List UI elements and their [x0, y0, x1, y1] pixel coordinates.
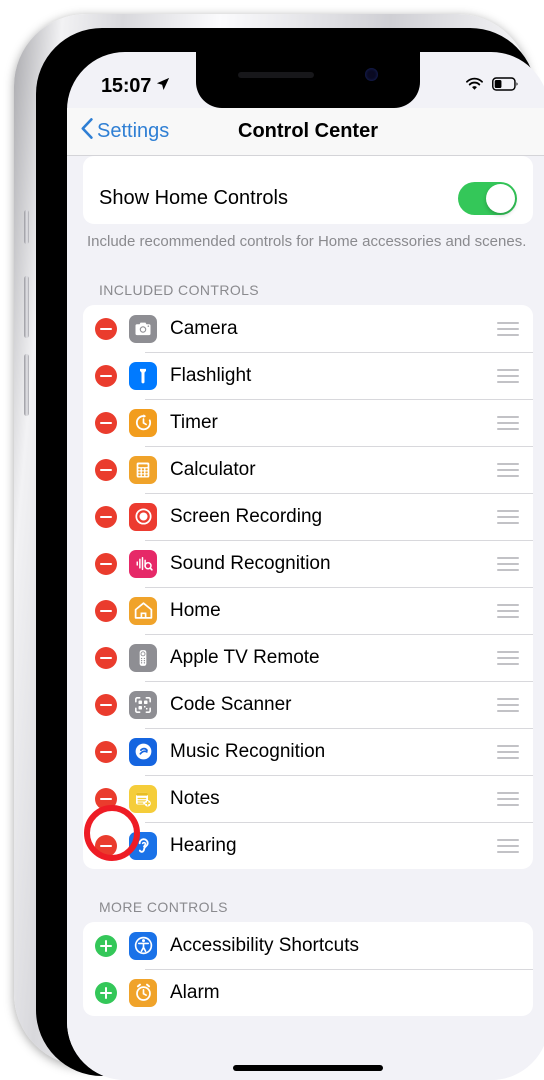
music-recognition-icon — [129, 737, 157, 766]
reorder-drag-handle[interactable] — [497, 650, 519, 665]
table-row[interactable]: Timer — [83, 399, 533, 446]
table-row[interactable]: Flashlight — [83, 352, 533, 399]
home-indicator[interactable] — [233, 1065, 383, 1071]
nav-bar: Settings Control Center — [67, 108, 544, 156]
device-bezel: 15:07 Settings Control Center Show Home … — [36, 28, 544, 1080]
add-control-button[interactable] — [95, 934, 117, 957]
notch — [196, 52, 420, 108]
home-icon — [129, 596, 157, 625]
show-home-controls-footer: Include recommended controls for Home ac… — [87, 233, 527, 250]
reorder-drag-handle[interactable] — [497, 838, 519, 853]
page-title: Control Center — [238, 120, 378, 142]
front-camera — [365, 68, 378, 81]
wifi-icon — [465, 77, 484, 96]
status-time: 15:07 — [101, 74, 152, 97]
calculator-icon — [129, 455, 157, 484]
control-label: Flashlight — [170, 364, 252, 386]
timer-icon — [129, 408, 157, 437]
sound-recognition-icon — [129, 549, 157, 578]
remove-control-button[interactable] — [95, 505, 117, 528]
home-controls-card: Show Home Controls — [83, 156, 533, 224]
table-row[interactable]: Camera — [83, 305, 533, 352]
settings-scroll-area[interactable]: Show Home Controls Include recommended c… — [67, 156, 544, 1080]
remove-control-button[interactable] — [95, 599, 117, 622]
volume-up-button[interactable] — [24, 276, 29, 338]
more-controls-list: Accessibility Shortcuts Alarm — [83, 922, 533, 1017]
control-label: Apple TV Remote — [170, 646, 320, 668]
control-label: Home — [170, 599, 221, 621]
remove-control-button[interactable] — [95, 834, 117, 857]
table-row[interactable]: Calculator — [83, 446, 533, 493]
table-row[interactable]: Hearing — [83, 805, 533, 869]
included-controls-header: INCLUDED CONTROLS — [99, 282, 260, 299]
table-row[interactable]: Alarm — [83, 969, 533, 1016]
location-arrow-icon — [156, 77, 170, 96]
control-label: Camera — [170, 317, 238, 339]
reorder-drag-handle[interactable] — [497, 368, 519, 383]
control-label: Timer — [170, 411, 218, 433]
reorder-drag-handle[interactable] — [497, 603, 519, 618]
remove-control-button[interactable] — [95, 693, 117, 716]
remove-control-button[interactable] — [95, 552, 117, 575]
table-row[interactable]: Accessibility Shortcuts — [83, 922, 533, 969]
table-row[interactable]: Screen Recording — [83, 493, 533, 540]
show-home-controls-row[interactable]: Show Home Controls — [83, 172, 533, 224]
table-row[interactable]: Home — [83, 587, 533, 634]
reorder-drag-handle[interactable] — [497, 509, 519, 524]
control-label: Calculator — [170, 458, 256, 480]
control-label: Notes — [170, 787, 220, 809]
show-home-controls-label: Show Home Controls — [99, 186, 288, 209]
table-row[interactable]: Apple TV Remote — [83, 634, 533, 681]
reorder-drag-handle[interactable] — [497, 556, 519, 571]
device-frame: 15:07 Settings Control Center Show Home … — [14, 14, 544, 1080]
alarm-icon — [129, 978, 157, 1007]
mute-switch[interactable] — [24, 210, 29, 244]
add-control-button[interactable] — [95, 981, 117, 1004]
included-controls-list: Camera Flashlight Timer Calculator Screen Re… — [83, 305, 533, 870]
remove-control-button[interactable] — [95, 646, 117, 669]
apple-tv-remote-icon — [129, 643, 157, 672]
show-home-controls-toggle[interactable] — [458, 181, 517, 215]
flashlight-icon — [129, 361, 157, 390]
table-row[interactable]: Sound Recognition — [83, 540, 533, 587]
remove-control-button[interactable] — [95, 411, 117, 434]
speaker-grille — [238, 72, 314, 78]
reorder-drag-handle[interactable] — [497, 321, 519, 336]
table-row[interactable]: Music Recognition — [83, 728, 533, 775]
control-label: Alarm — [170, 981, 220, 1003]
code-scanner-icon — [129, 690, 157, 719]
reorder-drag-handle[interactable] — [497, 744, 519, 759]
screen-recording-icon — [129, 502, 157, 531]
reorder-drag-handle[interactable] — [497, 462, 519, 477]
volume-down-button[interactable] — [24, 354, 29, 416]
table-row[interactable]: Code Scanner — [83, 681, 533, 728]
notes-icon — [129, 784, 157, 813]
more-controls-header: MORE CONTROLS — [99, 899, 228, 916]
control-label: Sound Recognition — [170, 552, 331, 574]
control-label: Music Recognition — [170, 740, 326, 762]
toggle-knob — [486, 183, 515, 213]
table-row[interactable]: Notes — [83, 775, 533, 822]
device-screen: 15:07 Settings Control Center Show Home … — [67, 52, 544, 1080]
reorder-drag-handle[interactable] — [497, 415, 519, 430]
camera-icon — [129, 314, 157, 343]
control-label: Code Scanner — [170, 693, 292, 715]
control-label: Screen Recording — [170, 505, 323, 527]
reorder-drag-handle[interactable] — [497, 791, 519, 806]
reorder-drag-handle[interactable] — [497, 697, 519, 712]
accessibility-icon — [129, 931, 157, 960]
remove-control-button[interactable] — [95, 740, 117, 763]
remove-control-button[interactable] — [95, 458, 117, 481]
hearing-icon — [129, 831, 157, 860]
battery-icon — [492, 76, 519, 96]
control-label: Hearing — [170, 834, 237, 856]
remove-control-button[interactable] — [95, 317, 117, 340]
remove-control-button[interactable] — [95, 364, 117, 387]
control-label: Accessibility Shortcuts — [170, 934, 360, 956]
remove-control-button[interactable] — [95, 787, 117, 810]
